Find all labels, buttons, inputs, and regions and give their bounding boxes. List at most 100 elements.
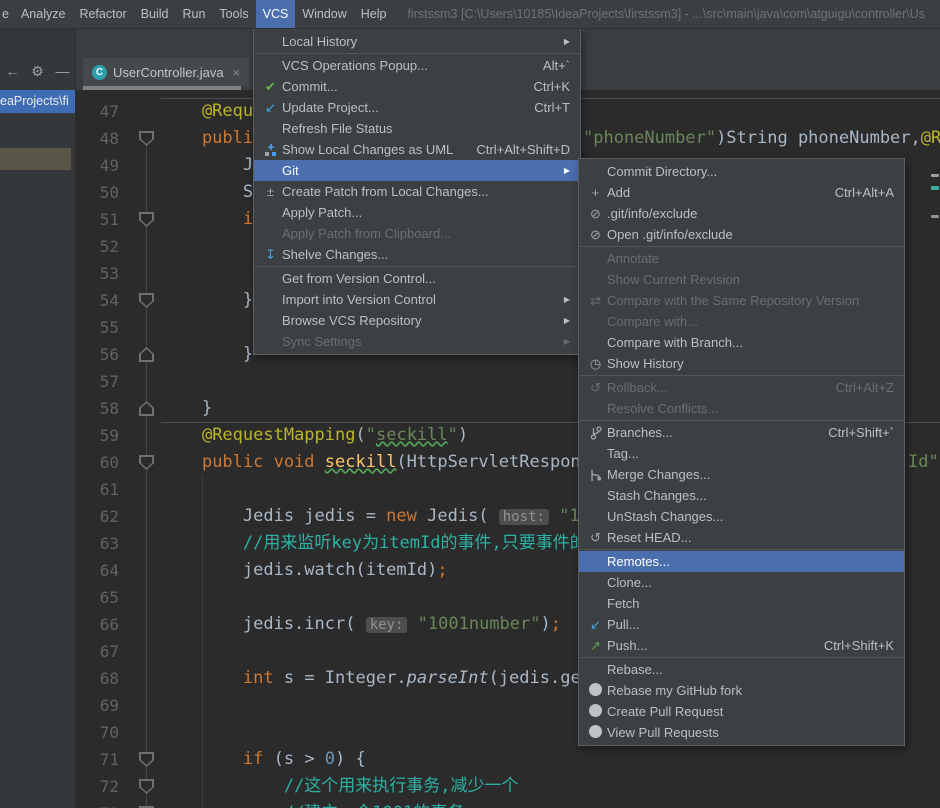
menu-item-tag[interactable]: Tag...	[579, 443, 904, 464]
menubar-item-build[interactable]: Build	[134, 0, 176, 28]
line-number: 48	[75, 125, 133, 152]
menu-item-rollback: ↺Rollback...Ctrl+Alt+Z	[579, 377, 904, 398]
fold-marker[interactable]	[139, 779, 154, 794]
project-tree-row[interactable]	[0, 148, 71, 170]
menu-item-git[interactable]: Git▶	[254, 160, 580, 181]
menubar-item-help[interactable]: Help	[354, 0, 394, 28]
menu-item-create-pull-request[interactable]: Create Pull Request	[579, 701, 904, 722]
menu-item-view-pull-requests[interactable]: View Pull Requests	[579, 722, 904, 743]
menu-item-add[interactable]: +AddCtrl+Alt+A	[579, 182, 904, 203]
fold-marker[interactable]	[139, 347, 154, 362]
undo-icon: ↺	[584, 530, 607, 546]
menu-item-local-history[interactable]: Local History▶	[254, 31, 580, 52]
menu-item-browse-vcs-repository[interactable]: Browse VCS Repository▶	[254, 310, 580, 331]
window-title: firstssm3 [C:\Users\10185\IdeaProjects\f…	[408, 7, 926, 21]
git-submenu: Commit Directory... +AddCtrl+Alt+A ⊘.git…	[578, 158, 905, 746]
menu-item-get-from-version-control[interactable]: Get from Version Control...	[254, 268, 580, 289]
clock-icon: ◷	[584, 356, 607, 372]
collapse-icon[interactable]: —	[50, 63, 75, 79]
patch-icon: ±	[259, 184, 282, 199]
line-number: 49	[75, 152, 133, 179]
line-number: 53	[75, 260, 133, 287]
menu-item-rebase[interactable]: Rebase...	[579, 659, 904, 680]
menu-item-open-git-info-exclude[interactable]: ⊘Open .git/info/exclude	[579, 224, 904, 245]
menu-item-pull[interactable]: ↙Pull...	[579, 614, 904, 635]
line-number: 52	[75, 233, 133, 260]
menu-item-remotes[interactable]: Remotes...	[579, 551, 904, 572]
commit-check-icon: ✔	[259, 79, 282, 95]
line-number: 64	[75, 557, 133, 584]
line-number: 60	[75, 449, 133, 476]
menu-item-commit[interactable]: ✔Commit...Ctrl+K	[254, 76, 580, 97]
tab-usercontroller[interactable]: C UserController.java ×	[83, 58, 249, 86]
menu-item-push[interactable]: ↗Push...Ctrl+Shift+K	[579, 635, 904, 656]
menu-separator	[579, 246, 904, 247]
menubar-item-window[interactable]: Window	[295, 0, 353, 28]
menu-separator	[254, 53, 580, 54]
menu-separator	[579, 375, 904, 376]
project-tree-selected-row[interactable]: eaProjects\fi	[0, 90, 75, 113]
menu-item-create-patch[interactable]: ±Create Patch from Local Changes...	[254, 181, 580, 202]
submenu-arrow-icon: ▶	[559, 316, 570, 325]
fold-marker[interactable]	[139, 293, 154, 308]
exclude-file-icon: ⊘	[584, 206, 607, 222]
line-number: 55	[75, 314, 133, 341]
line-number: 59	[75, 422, 133, 449]
fold-marker[interactable]	[139, 455, 154, 470]
fold-marker[interactable]	[139, 752, 154, 767]
menubar-item-vcs[interactable]: VCS	[256, 0, 296, 28]
line-number: 71	[75, 746, 133, 773]
shelve-icon: ↧	[259, 247, 282, 263]
back-arrow-icon[interactable]: ←	[0, 63, 25, 79]
line-number: 50	[75, 179, 133, 206]
menubar-item-run[interactable]: Run	[175, 0, 212, 28]
ide-window: e Analyze Refactor Build Run Tools VCS W…	[0, 0, 940, 808]
line-number: 57	[75, 368, 133, 395]
menu-item-refresh-file-status[interactable]: Refresh File Status	[254, 118, 580, 139]
fold-marker[interactable]	[139, 401, 154, 416]
menubar-item-partial[interactable]: e	[0, 0, 14, 28]
menu-separator	[579, 657, 904, 658]
line-number: 54	[75, 287, 133, 314]
fold-marker[interactable]	[139, 212, 154, 227]
line-number: 62	[75, 503, 133, 530]
menu-item-unstash-changes[interactable]: UnStash Changes...	[579, 506, 904, 527]
menu-item-shelve-changes[interactable]: ↧Shelve Changes...	[254, 244, 580, 265]
line-number: 69	[75, 692, 133, 719]
menu-item-fetch[interactable]: Fetch	[579, 593, 904, 614]
line-number: 73	[75, 800, 133, 808]
menu-item-stash-changes[interactable]: Stash Changes...	[579, 485, 904, 506]
menu-item-reset-head[interactable]: ↺Reset HEAD...	[579, 527, 904, 548]
param-hint: key:	[366, 617, 408, 633]
menu-item-branches[interactable]: Branches...Ctrl+Shift+`	[579, 422, 904, 443]
tab-title: UserController.java	[113, 65, 224, 80]
close-icon[interactable]: ×	[233, 65, 241, 80]
uml-icon	[259, 142, 282, 157]
menubar-item-tools[interactable]: Tools	[212, 0, 255, 28]
submenu-arrow-icon: ▶	[559, 337, 570, 346]
menu-item-clone[interactable]: Clone...	[579, 572, 904, 593]
line-number: 47	[75, 98, 133, 125]
menu-item-annotate: Annotate	[579, 248, 904, 269]
menubar-item-analyze[interactable]: Analyze	[14, 0, 72, 28]
menu-item-show-history[interactable]: ◷Show History	[579, 353, 904, 374]
push-arrow-icon: ↗	[584, 638, 607, 654]
undo-icon: ↺	[584, 380, 607, 396]
menu-item-apply-patch[interactable]: Apply Patch...	[254, 202, 580, 223]
param-hint: host:	[499, 509, 549, 525]
menu-item-vcs-operations-popup[interactable]: VCS Operations Popup...Alt+`	[254, 55, 580, 76]
menu-item-show-local-changes-as-uml[interactable]: Show Local Changes as UMLCtrl+Alt+Shift+…	[254, 139, 580, 160]
menu-item-commit-directory[interactable]: Commit Directory...	[579, 161, 904, 182]
menu-separator	[254, 266, 580, 267]
line-number: 70	[75, 719, 133, 746]
menu-item-compare-with-branch[interactable]: Compare with Branch...	[579, 332, 904, 353]
menu-item-git-info-exclude[interactable]: ⊘.git/info/exclude	[579, 203, 904, 224]
menu-item-update-project[interactable]: ↙Update Project...Ctrl+T	[254, 97, 580, 118]
fold-marker[interactable]	[139, 131, 154, 146]
gear-icon[interactable]: ⚙	[25, 63, 50, 80]
menu-item-rebase-my-github-fork[interactable]: Rebase my GitHub fork	[579, 680, 904, 701]
menubar-item-refactor[interactable]: Refactor	[72, 0, 133, 28]
line-number: 58	[75, 395, 133, 422]
menu-item-import-into-version-control[interactable]: Import into Version Control▶	[254, 289, 580, 310]
menu-item-merge-changes[interactable]: Merge Changes...	[579, 464, 904, 485]
